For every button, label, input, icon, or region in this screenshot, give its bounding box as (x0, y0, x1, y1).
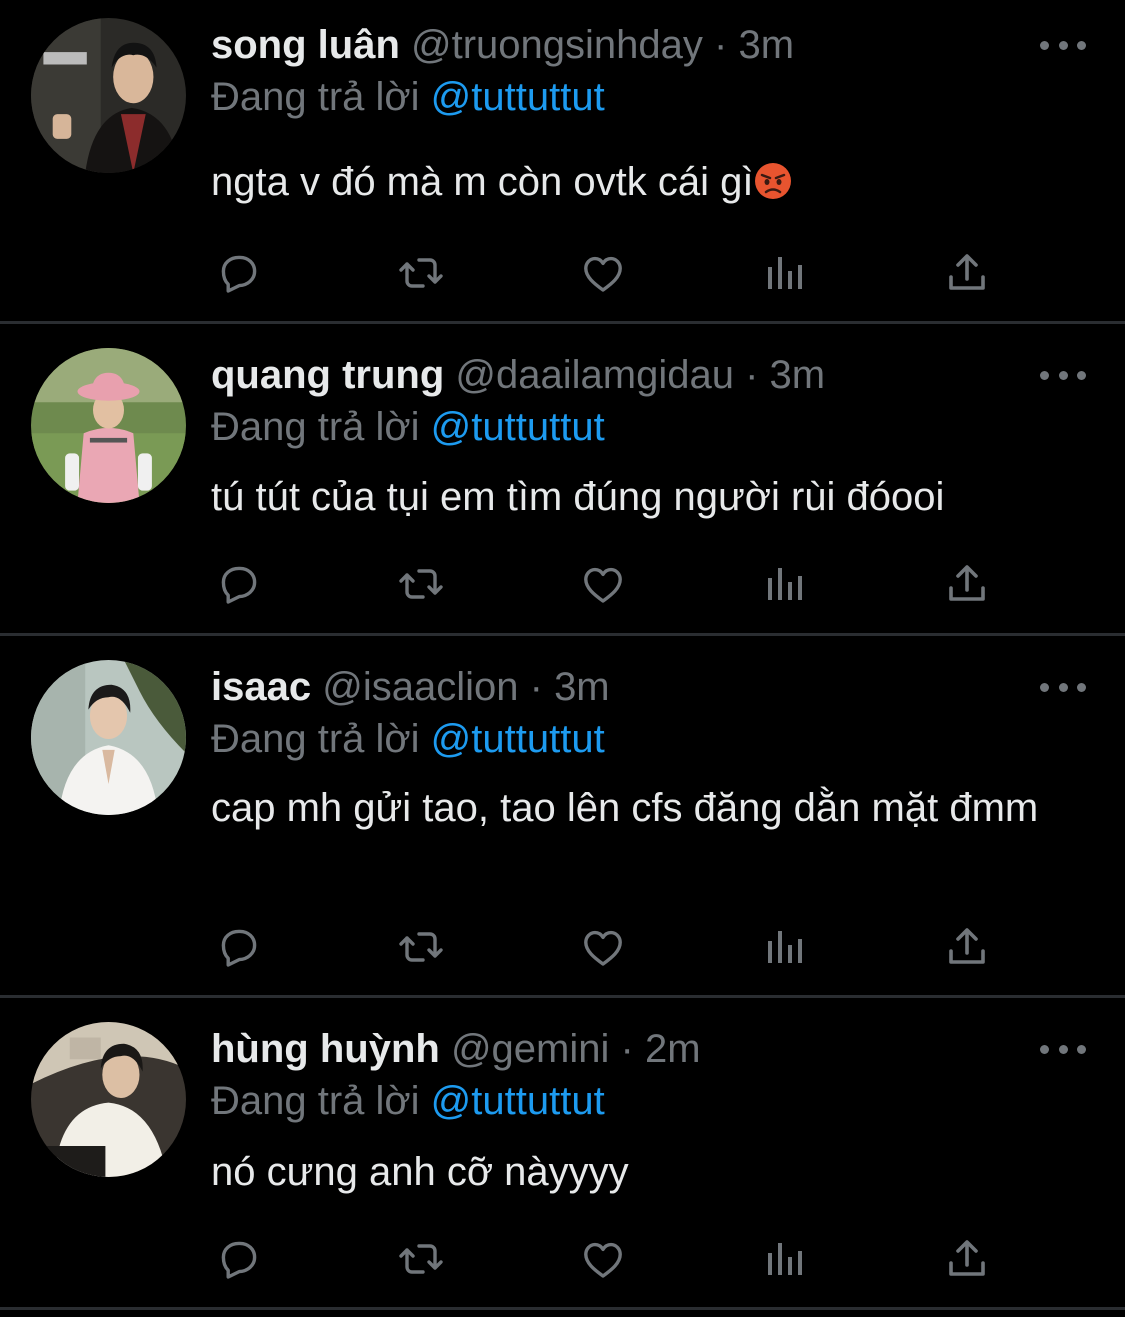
analytics-icon[interactable] (759, 1234, 811, 1284)
user-handle[interactable]: @gemini (451, 1027, 609, 1071)
analytics-icon[interactable] (759, 248, 811, 298)
more-options-icon[interactable] (1040, 35, 1086, 55)
share-icon[interactable] (941, 922, 993, 972)
mention-link[interactable]: @tuttuttut (431, 1079, 605, 1123)
display-name[interactable]: isaac (211, 665, 311, 709)
more-options-icon[interactable] (1040, 365, 1086, 385)
user-handle[interactable]: @truongsinhday (411, 23, 703, 67)
tweet-text: nó cưng anh cỡ nàyyyy (211, 1150, 629, 1194)
user-handle[interactable]: @isaaclion (322, 665, 518, 709)
analytics-icon[interactable] (759, 922, 811, 972)
like-icon[interactable] (577, 559, 629, 609)
mention-link[interactable]: @tuttuttut (431, 717, 605, 761)
tweet[interactable]: hùng huỳnh @gemini · 2m Đang trả lời @tu… (0, 998, 1125, 1307)
separator-dot: · (529, 665, 543, 709)
avatar[interactable] (31, 348, 186, 503)
reply-icon[interactable] (213, 922, 265, 972)
tweet-header: isaac @isaaclion · 3m (211, 663, 610, 711)
display-name[interactable]: hùng huỳnh (211, 1027, 440, 1071)
avatar[interactable] (31, 1022, 186, 1177)
tweet-actions (211, 1234, 1011, 1284)
reply-context: Đang trả lời @tuttuttut (211, 73, 605, 121)
tweet-actions (211, 248, 1011, 298)
timestamp[interactable]: 3m (770, 353, 826, 397)
tweet-text-content: ngta v đó mà m còn ovtk cái gì (211, 160, 754, 204)
retweet-icon[interactable] (395, 1234, 447, 1284)
timestamp[interactable]: 2m (645, 1027, 701, 1071)
separator-dot: · (745, 353, 759, 397)
retweet-icon[interactable] (395, 922, 447, 972)
retweet-icon[interactable] (395, 248, 447, 298)
more-options-icon[interactable] (1040, 1039, 1086, 1059)
tweet-header: song luân @truongsinhday · 3m (211, 21, 794, 69)
mention-link[interactable]: @tuttuttut (431, 75, 605, 119)
separator-dot: · (714, 23, 728, 67)
tweet-header: hùng huỳnh @gemini · 2m (211, 1025, 701, 1073)
reply-icon[interactable] (213, 248, 265, 298)
tweet-text: cap mh gửi tao, tao lên cfs đăng dằn mặt… (211, 786, 1039, 830)
timestamp[interactable]: 3m (554, 665, 610, 709)
tweet-header: quang trung @daailamgidau · 3m (211, 351, 825, 399)
more-options-icon[interactable] (1040, 677, 1086, 697)
pouting-face-emoji-icon (755, 163, 792, 199)
like-icon[interactable] (577, 922, 629, 972)
user-handle[interactable]: @daailamgidau (455, 353, 734, 397)
reply-context: Đang trả lời @tuttuttut (211, 715, 605, 763)
divider (0, 1307, 1125, 1310)
reply-prefix: Đang trả lời (211, 1079, 420, 1123)
separator-dot: · (620, 1027, 634, 1071)
analytics-icon[interactable] (759, 559, 811, 609)
tweet-text: ngta v đó mà m còn ovtk cái gì (211, 157, 1071, 207)
display-name[interactable]: song luân (211, 23, 400, 67)
avatar[interactable] (31, 18, 186, 173)
reply-icon[interactable] (213, 1234, 265, 1284)
avatar[interactable] (31, 660, 186, 815)
reply-prefix: Đang trả lời (211, 75, 420, 119)
reply-prefix: Đang trả lời (211, 405, 420, 449)
reply-icon[interactable] (213, 559, 265, 609)
retweet-icon[interactable] (395, 559, 447, 609)
share-icon[interactable] (941, 1234, 993, 1284)
reply-context: Đang trả lời @tuttuttut (211, 1077, 605, 1125)
tweet[interactable]: quang trung @daailamgidau · 3m Đang trả … (0, 324, 1125, 633)
like-icon[interactable] (577, 248, 629, 298)
tweet-actions (211, 922, 1011, 972)
reply-context: Đang trả lời @tuttuttut (211, 403, 605, 451)
tweet[interactable]: isaac @isaaclion · 3m Đang trả lời @tutt… (0, 636, 1125, 995)
tweet[interactable]: song luân @truongsinhday · 3m Đang trả l… (0, 0, 1125, 321)
tweet-actions (211, 559, 1011, 609)
share-icon[interactable] (941, 559, 993, 609)
mention-link[interactable]: @tuttuttut (431, 405, 605, 449)
share-icon[interactable] (941, 248, 993, 298)
reply-prefix: Đang trả lời (211, 717, 420, 761)
timestamp[interactable]: 3m (739, 23, 795, 67)
like-icon[interactable] (577, 1234, 629, 1284)
display-name[interactable]: quang trung (211, 353, 444, 397)
tweet-text: tú tút của tụi em tìm đúng người rùi đóo… (211, 475, 945, 519)
